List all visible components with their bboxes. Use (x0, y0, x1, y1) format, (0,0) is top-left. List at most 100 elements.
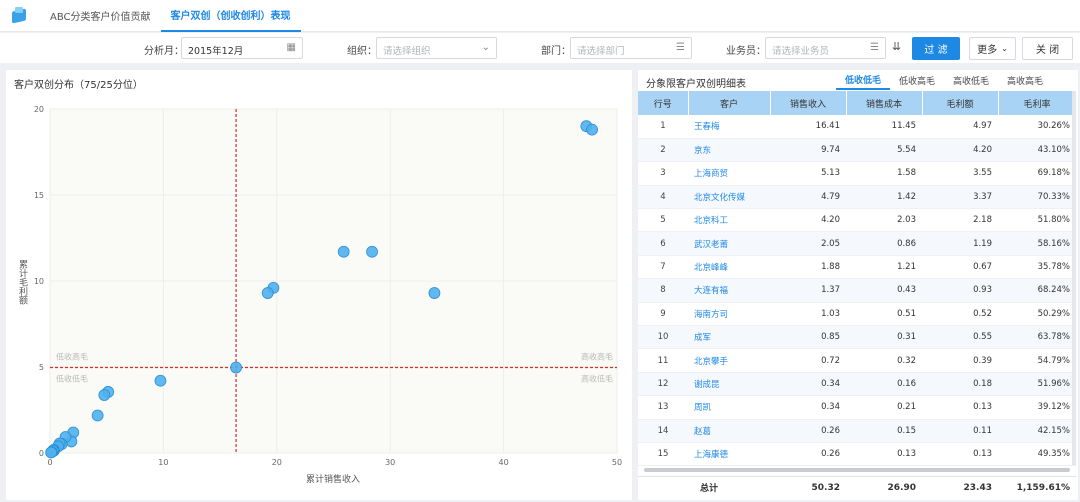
row-margin: 68.24% (998, 278, 1076, 303)
col-header-margin[interactable]: 毛利率 (998, 91, 1077, 115)
row-cost: 1.58 (846, 161, 922, 186)
table-row[interactable]: 8 大连有福 1.37 0.43 0.93 68.24% (638, 278, 1076, 303)
sales-label: 业务员： (726, 46, 766, 57)
org-label: 组织： (347, 46, 377, 57)
table-row[interactable]: 10 成军 0.85 0.31 0.55 63.78% (638, 325, 1076, 350)
row-profit: 2.18 (922, 208, 998, 233)
dept-placeholder: 请选择部门 (577, 46, 625, 57)
tab-low-rev-high-margin[interactable]: 低收高毛 (890, 70, 944, 90)
row-profit: 0.55 (922, 325, 998, 350)
close-button[interactable]: 关 闭 (1022, 37, 1073, 60)
tab-high-rev-low-margin[interactable]: 高收低毛 (944, 70, 998, 90)
col-header-cost[interactable]: 销售成本 (846, 91, 923, 115)
row-cost: 1.42 (846, 185, 922, 210)
detail-table-panel: 分象限客户双创明细表 低收低毛 低收高毛 高收低毛 高收高毛 行号 客户 销售收… (638, 70, 1078, 500)
row-profit: 0.13 (922, 442, 998, 467)
y-tick-label: 0 (39, 449, 44, 458)
customer-link[interactable]: 京东 (688, 138, 770, 163)
row-revenue: 4.79 (770, 185, 846, 210)
table-horizontal-scrollbar[interactable] (644, 468, 1070, 472)
row-revenue: 0.26 (770, 442, 846, 467)
table-total-row: 总计 50.32 26.90 23.43 1,159.61% (638, 476, 1076, 498)
top-nav: ABC分类客户价值贡献 客户双创（创收创利）表现 (0, 0, 1080, 32)
x-axis-label: 累计销售收入 (306, 473, 360, 485)
list-icon: ☰ (870, 42, 879, 53)
row-margin: 63.78% (998, 325, 1076, 350)
nav-tab-abc-value[interactable]: ABC分类客户价值贡献 (40, 0, 161, 32)
scatter-point (261, 287, 274, 299)
x-tick-label: 40 (499, 458, 509, 467)
app-logo-icon (10, 6, 28, 25)
customer-link[interactable]: 北京文化传媒 (688, 185, 770, 210)
table-title: 分象限客户双创明细表 (646, 79, 746, 90)
col-header-customer[interactable]: 客户 (688, 91, 771, 115)
row-margin: 51.80% (998, 208, 1076, 233)
table-vertical-scrollbar[interactable] (1072, 91, 1076, 465)
month-label: 分析月： (144, 46, 184, 57)
filter-bar: 分析月： 2015年12月 ▦ 组织： 请选择组织 ⌄ 部门： 请选择部门 ☰ … (0, 33, 1080, 63)
tab-high-rev-high-margin[interactable]: 高收高毛 (998, 70, 1052, 90)
customer-link[interactable]: 成军 (688, 325, 770, 350)
customer-link[interactable]: 北京攀手 (688, 348, 770, 373)
customer-link[interactable]: 北京科工 (688, 208, 770, 233)
x-tick-label: 10 (158, 458, 168, 467)
col-header-index[interactable]: 行号 (638, 91, 689, 115)
dept-select[interactable]: 请选择部门 ☰ (570, 37, 692, 59)
x-tick-label: 50 (612, 458, 622, 467)
row-profit: 0.67 (922, 255, 998, 280)
customer-link[interactable]: 赵葛 (688, 419, 770, 443)
table-row[interactable]: 6 武汉老莆 2.05 0.86 1.19 58.16% (638, 231, 1076, 256)
customer-link[interactable]: 北京峰峰 (688, 255, 770, 280)
customer-link[interactable]: 周凯 (688, 395, 770, 420)
customer-link[interactable]: 王春梅 (688, 115, 770, 139)
org-placeholder: 请选择组织 (383, 46, 431, 57)
customer-link[interactable]: 大连有福 (688, 278, 770, 303)
row-cost: 11.45 (846, 115, 922, 139)
sales-select[interactable]: 请选择业务员 ☰ (765, 37, 886, 59)
table-row[interactable]: 12 谢成昆 0.34 0.16 0.18 51.96% (638, 372, 1076, 397)
row-margin: 43.10% (998, 138, 1076, 163)
customer-link[interactable]: 上海康德 (688, 442, 770, 467)
row-margin: 35.78% (998, 255, 1076, 280)
tab-low-rev-low-margin[interactable]: 低收低毛 (836, 70, 890, 90)
table-row[interactable]: 1 王春梅 16.41 11.45 4.97 30.26% (638, 115, 1076, 139)
customer-link[interactable]: 武汉老莆 (688, 231, 770, 256)
x-tick-label: 0 (47, 458, 52, 467)
org-select[interactable]: 请选择组织 ⌄ (376, 37, 497, 59)
row-margin: 58.16% (998, 231, 1076, 256)
chevron-down-icon: ⌄ (481, 42, 490, 53)
quadrant-tabs: 低收低毛 低收高毛 高收低毛 高收高毛 (836, 70, 1052, 90)
table-row[interactable]: 9 海南方司 1.03 0.51 0.52 50.29% (638, 302, 1076, 327)
month-picker[interactable]: 2015年12月 ▦ (181, 37, 303, 59)
row-cost: 0.31 (846, 325, 922, 350)
table-row[interactable]: 15 上海康德 0.26 0.13 0.13 49.35% (638, 442, 1076, 467)
customer-link[interactable]: 上海商贸 (688, 161, 770, 186)
col-header-revenue[interactable]: 销售收入 (770, 91, 847, 115)
row-index: 6 (638, 231, 688, 256)
total-cost: 26.90 (887, 482, 916, 493)
expand-filters-icon[interactable]: ⇊ (892, 40, 901, 53)
table-row[interactable]: 14 赵葛 0.26 0.15 0.11 42.15% (638, 419, 1076, 443)
more-button[interactable]: 更多 ⌄ (969, 37, 1016, 60)
table-row[interactable]: 2 京东 9.74 5.54 4.20 43.10% (638, 138, 1076, 163)
table-row[interactable]: 5 北京科工 4.20 2.03 2.18 51.80% (638, 208, 1076, 233)
row-margin: 70.33% (998, 185, 1076, 210)
nav-tab-customer-performance[interactable]: 客户双创（创收创利）表现 (160, 0, 301, 32)
table-row[interactable]: 11 北京攀手 0.72 0.32 0.39 54.79% (638, 348, 1076, 373)
row-index: 7 (638, 255, 688, 280)
table-row[interactable]: 7 北京峰峰 1.88 1.21 0.67 35.78% (638, 255, 1076, 280)
row-index: 10 (638, 325, 688, 350)
customer-link[interactable]: 谢成昆 (688, 372, 770, 397)
col-header-profit[interactable]: 毛利额 (922, 91, 999, 115)
customer-link[interactable]: 海南方司 (688, 302, 770, 327)
row-margin: 51.96% (998, 372, 1076, 397)
row-index: 1 (638, 115, 688, 139)
table-row[interactable]: 4 北京文化传媒 4.79 1.42 3.37 70.33% (638, 185, 1076, 210)
scatter-point (91, 409, 104, 422)
row-cost: 1.21 (846, 255, 922, 280)
table-row[interactable]: 3 上海商贸 5.13 1.58 3.55 69.18% (638, 161, 1076, 186)
table-row[interactable]: 13 周凯 0.34 0.21 0.13 39.12% (638, 395, 1076, 420)
filter-button[interactable]: 过 滤 (912, 37, 960, 60)
row-cost: 0.32 (846, 348, 922, 373)
row-revenue: 0.34 (770, 395, 846, 420)
